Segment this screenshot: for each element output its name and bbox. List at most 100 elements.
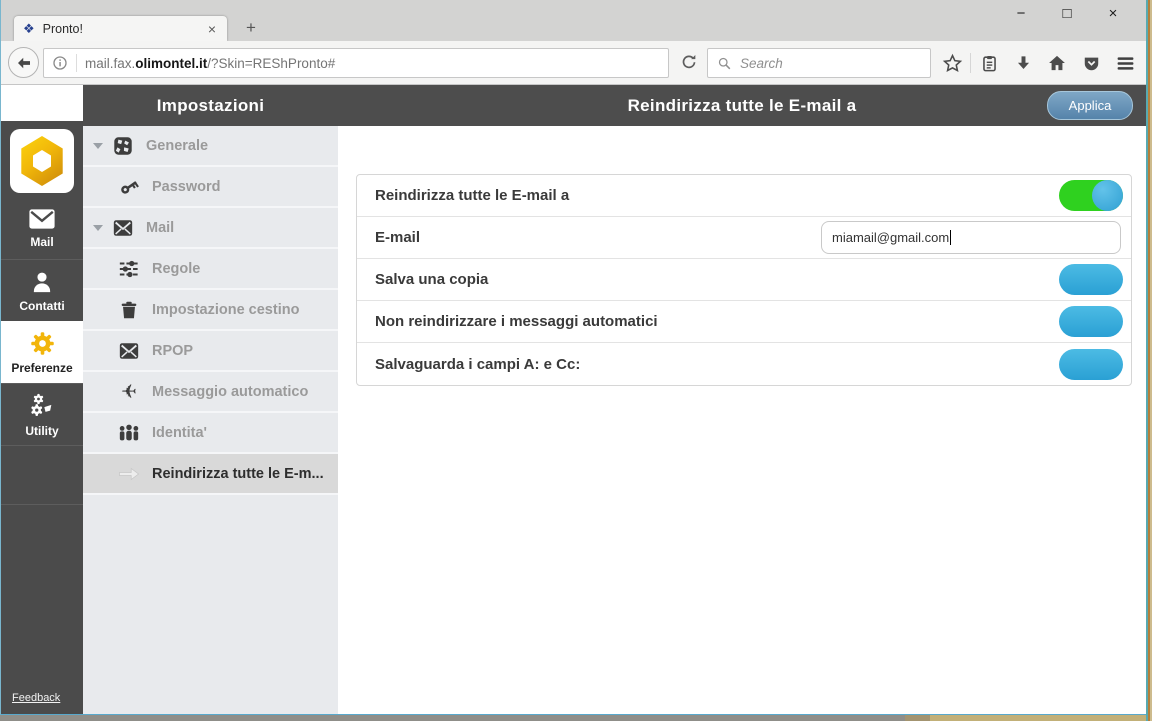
url-text: mail.fax.olimontel.it/?Skin=REShPronto# bbox=[85, 55, 336, 71]
email-input[interactable]: miamail@gmail.com bbox=[821, 221, 1121, 254]
content-header: Reindirizza tutte le E-mail a Applica bbox=[338, 85, 1146, 126]
window-close-button[interactable]: × bbox=[1090, 2, 1136, 26]
settings-item-label: Mail bbox=[146, 219, 175, 236]
person-icon bbox=[29, 269, 55, 295]
sidebar-separator bbox=[1, 445, 83, 504]
sidebar-separator bbox=[1, 504, 83, 563]
settings-item-label: Impostazione cestino bbox=[152, 301, 300, 318]
sidebar-top-corner bbox=[1, 85, 83, 121]
settings-item-password[interactable]: Password bbox=[83, 167, 338, 208]
browser-toolbar: mail.fax.olimontel.it/?Skin=REShPronto# … bbox=[1, 41, 1146, 85]
site-info-icon[interactable] bbox=[52, 55, 68, 71]
sidebar-item-label: Contatti bbox=[19, 298, 65, 313]
browser-tab[interactable]: ❖ Pronto! × bbox=[14, 16, 227, 41]
window-maximize-button[interactable]: □ bbox=[1044, 2, 1090, 26]
people-icon bbox=[117, 421, 141, 445]
app-sidebar: Mail Contatti Preferenze Utility Feedbac… bbox=[1, 85, 83, 714]
redirect-toggle[interactable] bbox=[1059, 180, 1123, 211]
rpop-envelope-icon bbox=[117, 339, 141, 363]
downloads-icon[interactable] bbox=[1006, 54, 1040, 73]
titlebar: ❖ Pronto! × + − □ × bbox=[1, 0, 1146, 41]
settings-item-rpop[interactable]: RPOP bbox=[83, 331, 338, 372]
settings-item-label: Generale bbox=[146, 137, 209, 154]
settings-panel-title: Impostazioni bbox=[83, 85, 338, 126]
app-logo bbox=[10, 129, 74, 193]
settings-item-regole[interactable]: Regole bbox=[83, 249, 338, 290]
settings-item-label: RPOP bbox=[152, 342, 194, 359]
window-minimize-button[interactable]: − bbox=[998, 2, 1044, 26]
feedback-link[interactable]: Feedback bbox=[12, 692, 60, 704]
sidebar-item-utility[interactable]: Utility bbox=[1, 383, 83, 445]
home-icon[interactable] bbox=[1040, 53, 1074, 73]
search-placeholder: Search bbox=[740, 55, 783, 71]
setting-row-no-auto: Non reindirizzare i messaggi automatici bbox=[357, 301, 1131, 343]
search-icon bbox=[717, 56, 732, 71]
setting-row-redirect: Reindirizza tutte le E-mail a bbox=[357, 175, 1131, 217]
search-field[interactable]: Search bbox=[707, 48, 931, 78]
sidebar-item-preferenze[interactable]: Preferenze bbox=[1, 321, 83, 383]
reading-list-icon[interactable] bbox=[972, 54, 1006, 73]
trash-icon bbox=[117, 298, 141, 322]
settings-item-messaggio-automatico[interactable]: ✈ Messaggio automatico bbox=[83, 372, 338, 413]
bookmark-star-icon[interactable] bbox=[935, 53, 969, 74]
sidebar-item-label: Utility bbox=[25, 423, 59, 438]
settings-item-identita[interactable]: Identita' bbox=[83, 413, 338, 454]
toggle-knob bbox=[1092, 180, 1123, 211]
gears-utility-icon bbox=[28, 392, 56, 420]
settings-item-label: Messaggio automatico bbox=[152, 383, 309, 400]
reload-button[interactable] bbox=[679, 52, 699, 72]
tab-title: Pronto! bbox=[42, 21, 83, 36]
airplane-icon: ✈ bbox=[121, 380, 137, 403]
settings-content: Reindirizza tutte le E-mail a Applica Re… bbox=[338, 85, 1146, 714]
text-caret bbox=[950, 230, 952, 245]
save-copy-toggle[interactable] bbox=[1059, 264, 1123, 295]
settings-item-impostazione-cestino[interactable]: Impostazione cestino bbox=[83, 290, 338, 331]
setting-row-preserve-fields: Salvaguarda i campi A: e Cc: bbox=[357, 343, 1131, 385]
chevron-down-icon[interactable] bbox=[93, 224, 103, 231]
chevron-down-icon[interactable] bbox=[93, 142, 103, 149]
settings-item-label: Identita' bbox=[152, 424, 208, 441]
sidebar-item-mail[interactable]: Mail bbox=[1, 197, 83, 259]
settings-rows: Reindirizza tutte le E-mail a E-mail mia… bbox=[356, 174, 1132, 386]
logo-hexagon-icon bbox=[21, 136, 63, 186]
sidebar-item-label: Mail bbox=[30, 235, 54, 249]
settings-panel: Impostazioni Generale Password Mail Rego… bbox=[83, 85, 338, 714]
mail-envelope-icon bbox=[111, 216, 135, 240]
pocket-icon[interactable] bbox=[1074, 54, 1108, 73]
gear-icon bbox=[29, 330, 56, 357]
setting-label: Non reindirizzare i messaggi automatici bbox=[375, 313, 658, 330]
setting-label: E-mail bbox=[375, 229, 421, 246]
settings-item-generale[interactable]: Generale bbox=[83, 126, 338, 167]
key-icon bbox=[117, 175, 141, 199]
new-tab-button[interactable]: + bbox=[238, 18, 264, 39]
setting-row-save-copy: Salva una copia bbox=[357, 259, 1131, 301]
menu-hamburger-icon[interactable] bbox=[1108, 53, 1142, 74]
settings-item-reindirizza[interactable]: Reindirizza tutte le E-m... bbox=[83, 454, 338, 495]
settings-item-label: Password bbox=[152, 178, 221, 195]
tab-favicon-icon: ❖ bbox=[23, 21, 35, 36]
sliders-icon bbox=[117, 257, 141, 281]
tab-close-icon[interactable]: × bbox=[206, 21, 218, 37]
page-title: Reindirizza tutte le E-mail a bbox=[627, 95, 857, 115]
toolbar-divider bbox=[970, 53, 971, 73]
settings-item-mail[interactable]: Mail bbox=[83, 208, 338, 249]
url-bar[interactable]: mail.fax.olimontel.it/?Skin=REShPronto# bbox=[43, 48, 669, 78]
sidebar-item-contatti[interactable]: Contatti bbox=[1, 259, 83, 321]
settings-item-label: Reindirizza tutte le E-m... bbox=[152, 465, 324, 482]
back-arrow-icon bbox=[17, 57, 30, 68]
sidebar-item-label: Preferenze bbox=[11, 361, 73, 375]
back-button[interactable] bbox=[8, 47, 39, 78]
no-auto-messages-toggle[interactable] bbox=[1059, 306, 1123, 337]
settings-item-label: Regole bbox=[152, 260, 201, 277]
mail-envelope-icon bbox=[27, 207, 57, 231]
url-divider bbox=[76, 54, 77, 72]
setting-row-email: E-mail miamail@gmail.com bbox=[357, 217, 1131, 259]
redirect-arrow-icon bbox=[117, 462, 141, 486]
setting-label: Salva una copia bbox=[375, 271, 489, 288]
webmail-app: Mail Contatti Preferenze Utility Feedbac… bbox=[1, 85, 1146, 714]
apply-button[interactable]: Applica bbox=[1047, 91, 1133, 120]
browser-window: ❖ Pronto! × + − □ × mail.fax.olimontel.i… bbox=[0, 0, 1147, 715]
general-settings-icon bbox=[111, 134, 135, 158]
preserve-fields-toggle[interactable] bbox=[1059, 348, 1123, 380]
setting-label: Reindirizza tutte le E-mail a bbox=[375, 187, 570, 204]
